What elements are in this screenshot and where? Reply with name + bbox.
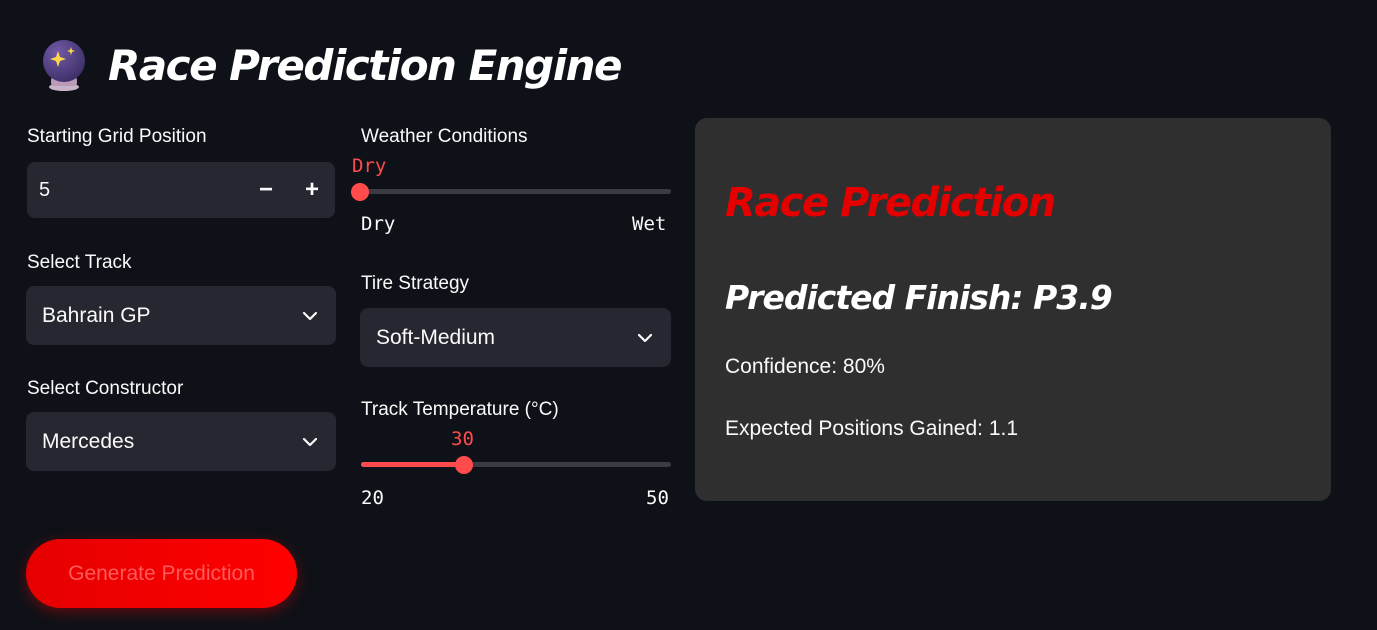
weather-slider-track[interactable] — [361, 189, 671, 194]
grid-position-input[interactable]: 5 − + — [27, 162, 335, 218]
chevron-down-icon — [635, 328, 655, 348]
track-select[interactable]: Bahrain GP — [26, 286, 336, 345]
page-title: Race Prediction Engine — [108, 40, 623, 90]
tire-select-value: Soft-Medium — [376, 325, 496, 349]
tire-select[interactable]: Soft-Medium — [360, 308, 671, 367]
chevron-down-icon — [300, 306, 320, 326]
weather-max-label: Wet — [632, 213, 667, 235]
tire-label: Tire Strategy — [361, 273, 470, 294]
temperature-label: Track Temperature (°C) — [361, 399, 559, 420]
prediction-title: Race Prediction — [725, 180, 1056, 226]
chevron-down-icon — [300, 432, 320, 452]
temperature-min-label: 20 — [361, 487, 384, 509]
grid-position-value[interactable]: 5 — [27, 179, 243, 202]
temperature-slider-value: 30 — [451, 428, 474, 450]
confidence-text: Confidence: 80% — [725, 355, 885, 378]
crystal-ball-icon — [36, 37, 92, 93]
prediction-panel: Race Prediction Predicted Finish: P3.9 C… — [695, 118, 1331, 501]
grid-position-label: Starting Grid Position — [27, 126, 207, 147]
temperature-max-label: 50 — [646, 487, 669, 509]
constructor-select-value: Mercedes — [42, 429, 135, 453]
weather-min-label: Dry — [361, 213, 396, 235]
weather-slider-value: Dry — [352, 155, 387, 177]
constructor-label: Select Constructor — [27, 378, 184, 399]
increment-button[interactable]: + — [289, 162, 335, 218]
track-label: Select Track — [27, 252, 132, 273]
temperature-slider-thumb[interactable] — [455, 456, 473, 474]
weather-slider-thumb[interactable] — [351, 183, 369, 201]
header: Race Prediction Engine — [36, 34, 623, 96]
generate-prediction-button[interactable]: Generate Prediction — [26, 539, 297, 608]
track-select-value: Bahrain GP — [42, 303, 151, 327]
weather-label: Weather Conditions — [361, 126, 528, 147]
predicted-finish: Predicted Finish: P3.9 — [725, 278, 1113, 317]
positions-gained-text: Expected Positions Gained: 1.1 — [725, 417, 1019, 440]
temperature-slider-fill — [361, 462, 464, 467]
constructor-select[interactable]: Mercedes — [26, 412, 336, 471]
decrement-button[interactable]: − — [243, 162, 289, 218]
